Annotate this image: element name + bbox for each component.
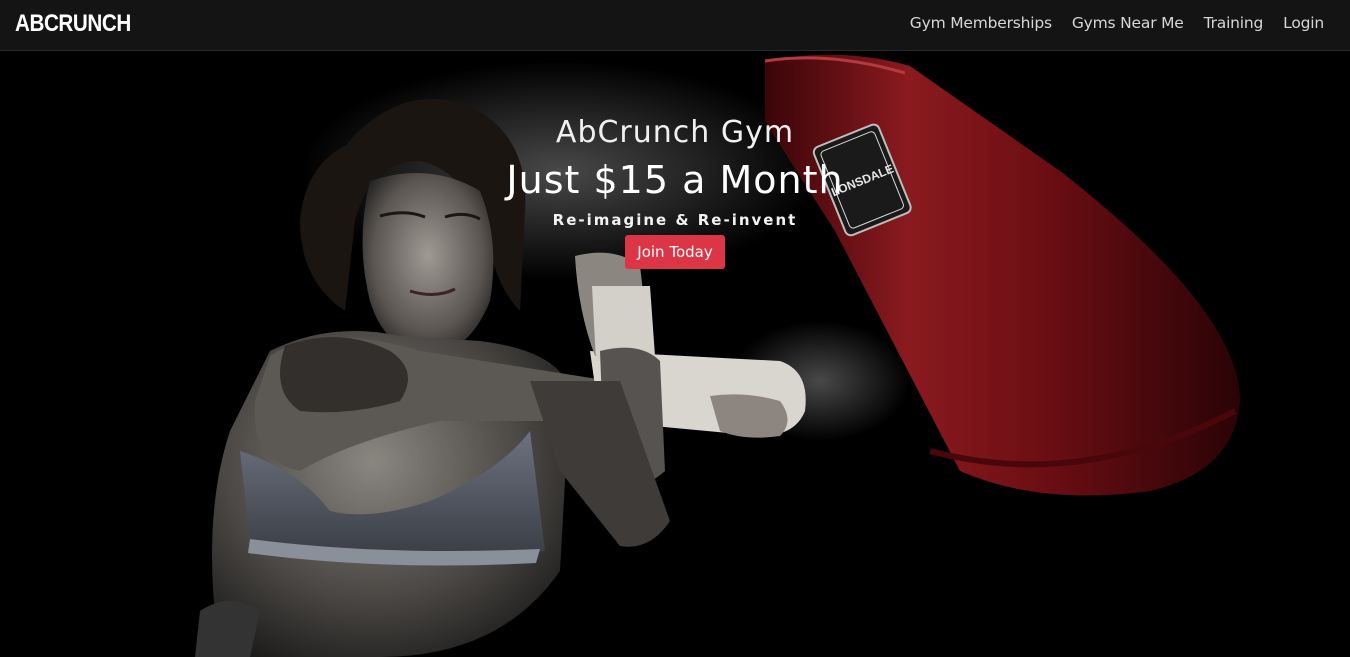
hero-section: LONSDALE AbCrunch Gym Just $15 a Month R…: [0, 51, 1350, 657]
brand-logo[interactable]: ABCRUNCH: [15, 10, 131, 38]
hero-content: AbCrunch Gym Just $15 a Month Re-imagine…: [0, 113, 1350, 269]
join-today-button[interactable]: Join Today: [625, 235, 725, 269]
nav-link-training[interactable]: Training: [1204, 14, 1264, 32]
top-navbar: ABCRUNCH Gym Memberships Gyms Near Me Tr…: [0, 0, 1350, 51]
nav-link-gyms-near-me[interactable]: Gyms Near Me: [1072, 14, 1184, 32]
hero-tagline: Re-imagine & Re-invent: [552, 211, 798, 229]
nav-link-login[interactable]: Login: [1283, 14, 1324, 32]
nav-links: Gym Memberships Gyms Near Me Training Lo…: [910, 14, 1324, 32]
hero-subtitle: AbCrunch Gym: [555, 115, 795, 150]
nav-link-gym-memberships[interactable]: Gym Memberships: [910, 14, 1052, 32]
hero-title: Just $15 a Month: [506, 158, 844, 202]
